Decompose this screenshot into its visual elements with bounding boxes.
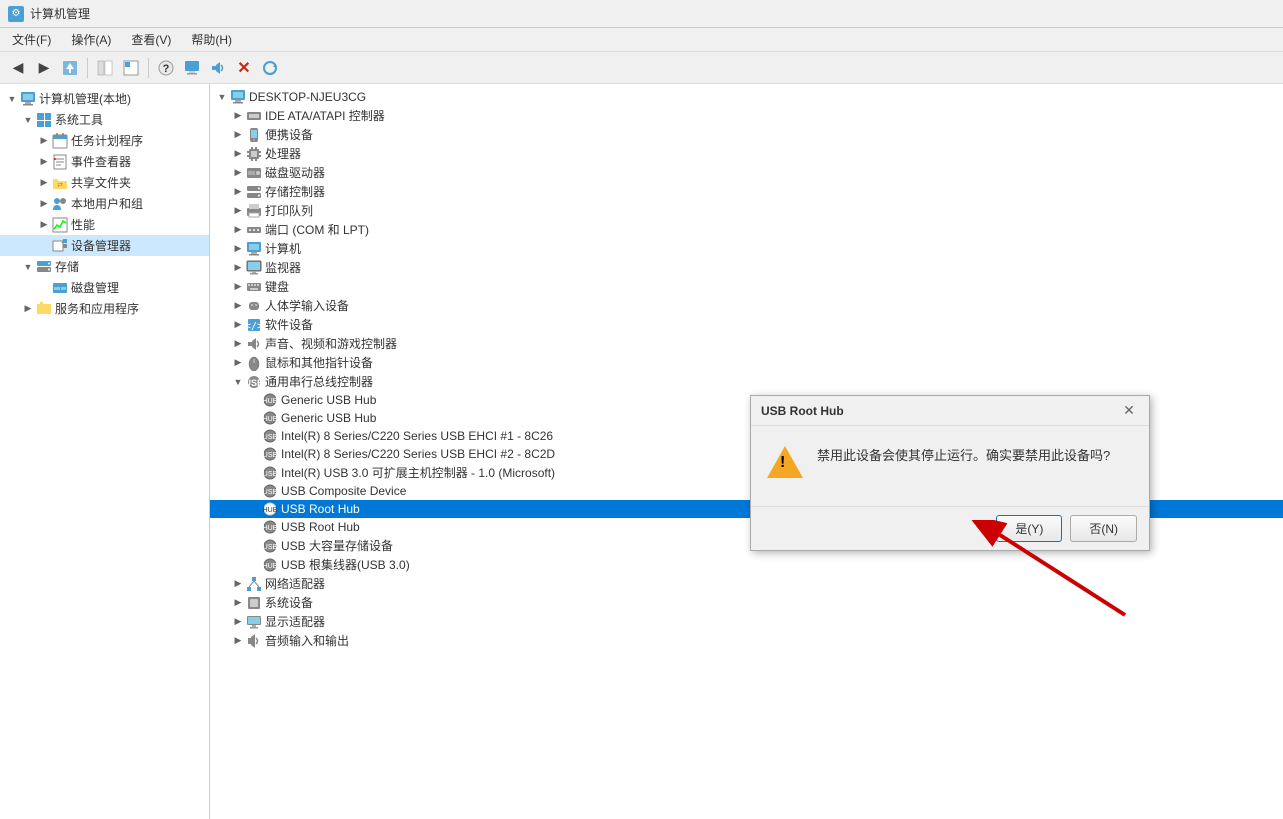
dialog-close-button[interactable]: ✕ <box>1119 401 1139 421</box>
dialog-overlay: USB Root Hub ✕ 禁用此设备会使其停止运行。确实要禁用此设备吗? 是… <box>0 0 1283 819</box>
dialog-yes-button[interactable]: 是(Y) <box>996 515 1062 542</box>
dialog-no-button[interactable]: 否(N) <box>1070 515 1137 542</box>
warning-icon <box>767 446 803 482</box>
dialog-footer: 是(Y) 否(N) <box>751 506 1149 550</box>
dialog-title: USB Root Hub <box>761 404 844 418</box>
dialog-message: 禁用此设备会使其停止运行。确实要禁用此设备吗? <box>817 446 1110 466</box>
dialog-box: USB Root Hub ✕ 禁用此设备会使其停止运行。确实要禁用此设备吗? 是… <box>750 395 1150 551</box>
dialog-title-bar: USB Root Hub ✕ <box>751 396 1149 426</box>
dialog-body: 禁用此设备会使其停止运行。确实要禁用此设备吗? <box>751 426 1149 506</box>
